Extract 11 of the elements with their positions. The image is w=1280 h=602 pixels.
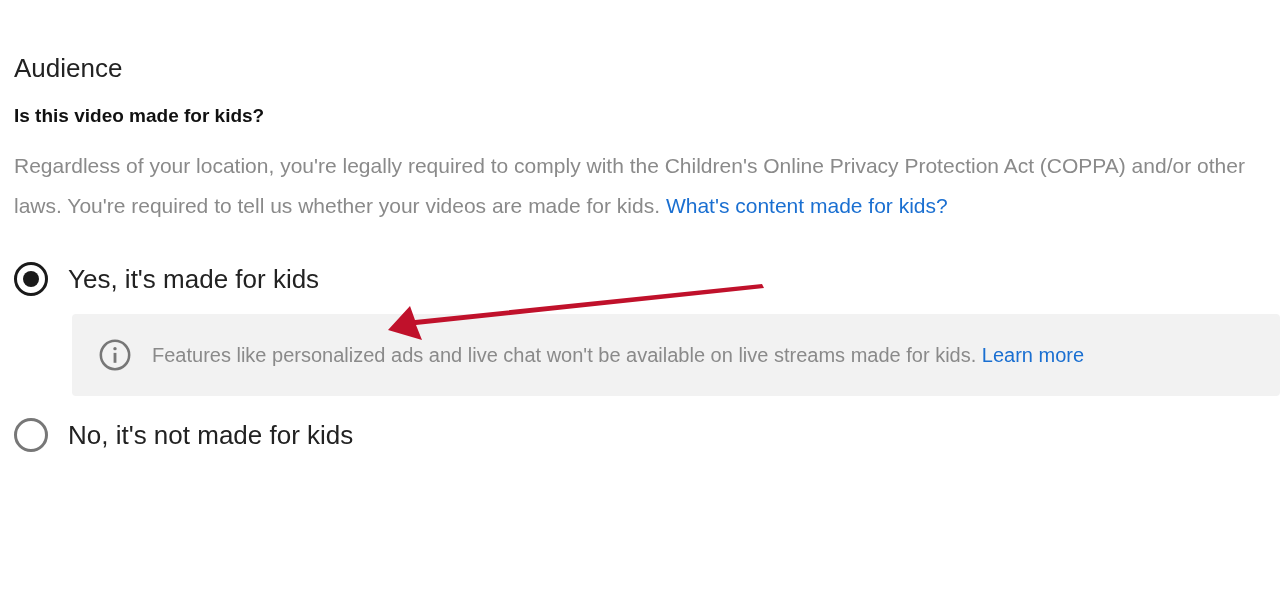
info-icon (98, 338, 132, 372)
section-title: Audience (14, 52, 124, 85)
question-text: Is this video made for kids? (14, 104, 266, 128)
learn-more-link[interactable]: Learn more (981, 344, 1085, 366)
radio-button[interactable] (14, 262, 48, 296)
description-text: Regardless of your location, you're legally required to comply with the Children's Online Privacy Protection Act (COPPA) and/or other laws. You're required to tell us whether your videos are made for kids. What's content made for kids? (14, 153, 1246, 219)
option-label: Yes, it's made for kids (68, 263, 320, 295)
note-text: Features like personalized ads and live chat won't be available on live streams made for kids. Learn more (152, 343, 1085, 368)
option-label: No, it's not made for kids (68, 419, 354, 451)
help-link[interactable]: What's content made for kids? (665, 194, 948, 217)
radio-button[interactable] (14, 418, 48, 452)
